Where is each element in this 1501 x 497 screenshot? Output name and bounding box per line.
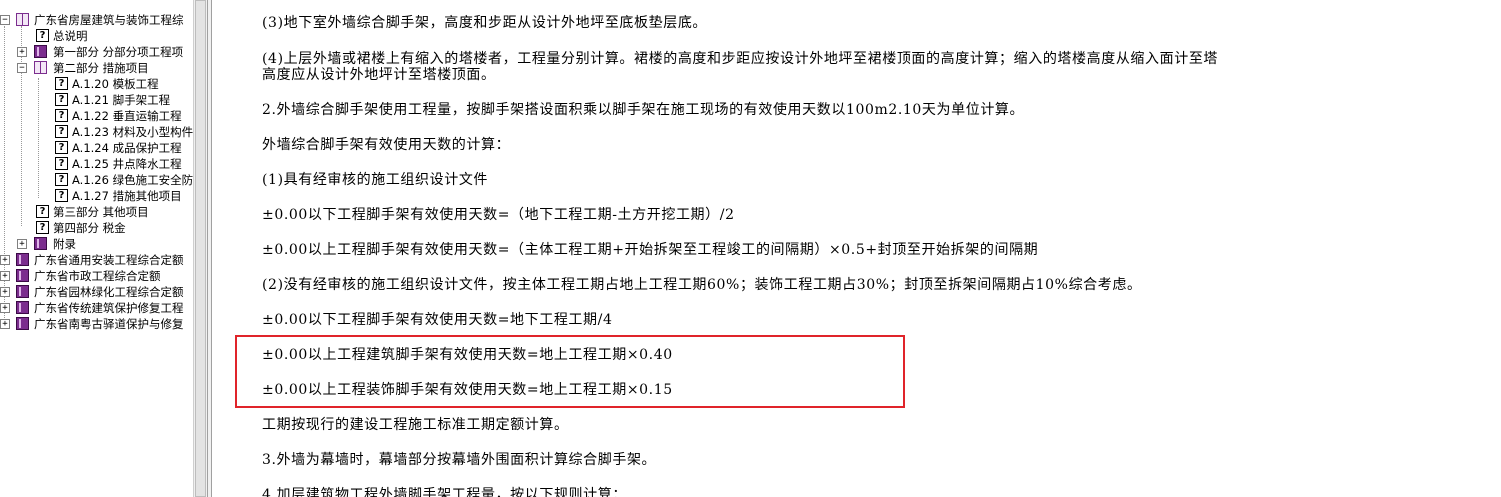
tree-node-label: A.1.26 绿色施工安全防: [72, 173, 193, 187]
content-line: 高度应从设计外地坪计至塔楼顶面。: [262, 67, 496, 83]
tree-node-a120[interactable]: ? A.1.20 模板工程: [0, 76, 193, 92]
tree-node-guangdong-building[interactable]: − 广东省房屋建筑与装饰工程综: [0, 12, 193, 28]
tree-vertical-scrollbar[interactable]: [193, 0, 207, 497]
content-line: ±0.00以上工程脚手架有效使用天数=（主体工程工期+开始拆架至工程竣工的间隔期…: [262, 242, 1039, 258]
book-icon: [16, 317, 29, 330]
help-page-icon: ?: [55, 141, 68, 154]
tree-node-part-two[interactable]: − 第二部分 措施项目: [0, 60, 193, 76]
expand-icon[interactable]: +: [17, 239, 27, 249]
help-page-icon: ?: [36, 221, 49, 234]
scrollbar-thumb[interactable]: [195, 0, 206, 497]
book-icon: [16, 301, 29, 314]
tree-node-traditional[interactable]: + 广东省传统建筑保护修复工程: [0, 300, 193, 316]
expand-icon[interactable]: +: [0, 287, 10, 297]
tree-node-label: 第三部分 其他项目: [53, 205, 149, 219]
help-page-icon: ?: [55, 93, 68, 106]
tree-node-label: A.1.21 脚手架工程: [72, 93, 171, 107]
tree-node-label: A.1.23 材料及小型构件: [72, 125, 193, 139]
expand-icon[interactable]: +: [0, 271, 10, 281]
tree-node-a121[interactable]: ? A.1.21 脚手架工程: [0, 92, 193, 108]
open-book-icon: [16, 13, 29, 26]
tree-node-label: A.1.27 措施其他项目: [72, 189, 182, 203]
help-page-icon: ?: [55, 125, 68, 138]
tree-node-label: 广东省通用安装工程综合定额: [34, 253, 184, 267]
tree-node-label: A.1.24 成品保护工程: [72, 141, 182, 155]
book-icon: [16, 253, 29, 266]
help-page-icon: ?: [36, 205, 49, 218]
tree-node-ancient-post-road[interactable]: + 广东省南粤古驿道保护与修复: [0, 316, 193, 332]
help-page-icon: ?: [36, 29, 49, 42]
book-icon: [34, 45, 47, 58]
tree-node-landscape[interactable]: + 广东省园林绿化工程综合定额: [0, 284, 193, 300]
tree-node-label: 广东省房屋建筑与装饰工程综: [34, 13, 184, 27]
expand-icon[interactable]: +: [0, 255, 10, 265]
tree-node-label: 第二部分 措施项目: [53, 61, 149, 75]
content-line: ±0.00以下工程脚手架有效使用天数=（地下工程工期-土方开挖工期）/2: [262, 207, 735, 223]
content-line: ±0.00以下工程脚手架有效使用天数=地下工程工期/4: [262, 312, 613, 328]
tree-node-label: 总说明: [53, 29, 88, 43]
tree-node-municipal[interactable]: + 广东省市政工程综合定额: [0, 268, 193, 284]
tree-node-label: A.1.22 垂直运输工程: [72, 109, 182, 123]
tree-node-a123[interactable]: ? A.1.23 材料及小型构件: [0, 124, 193, 140]
tree-node-general-notes[interactable]: ? 总说明: [0, 28, 193, 44]
tree-node-label: A.1.25 井点降水工程: [72, 157, 182, 171]
help-page-icon: ?: [55, 77, 68, 90]
expand-icon[interactable]: +: [0, 303, 10, 313]
tree-node-part-three[interactable]: ? 第三部分 其他项目: [0, 204, 193, 220]
content-line: 2.外墙综合脚手架使用工程量，按脚手架搭设面积乘以脚手架在施工现场的有效使用天数…: [262, 102, 1025, 118]
book-icon: [16, 285, 29, 298]
tree-node-appendix[interactable]: + 附录: [0, 236, 193, 252]
tree-node-label: 第一部分 分部分项工程项: [53, 45, 184, 59]
collapse-icon[interactable]: −: [17, 63, 27, 73]
help-page-icon: ?: [55, 189, 68, 202]
content-line: 4.加层建筑物工程外墙脚手架工程量，按以下规则计算：: [262, 487, 627, 497]
tree-node-part-one[interactable]: + 第一部分 分部分项工程项: [0, 44, 193, 60]
content-line: (3)地下室外墙综合脚手架，高度和步距从设计外地坪至底板垫层底。: [262, 15, 708, 31]
tree-node-a127[interactable]: ? A.1.27 措施其他项目: [0, 188, 193, 204]
tree-node-a124[interactable]: ? A.1.24 成品保护工程: [0, 140, 193, 156]
content-line: 3.外墙为幕墙时，幕墙部分按幕墙外围面积计算综合脚手架。: [262, 452, 657, 468]
tree-node-label: 广东省传统建筑保护修复工程: [34, 301, 184, 315]
help-tree-panel: − 广东省房屋建筑与装饰工程综 ? 总说明 + 第一部分 分部分项工程项 − 第…: [0, 0, 193, 497]
collapse-icon[interactable]: −: [0, 15, 10, 25]
help-content-pane: (3)地下室外墙综合脚手架，高度和步距从设计外地坪至底板垫层底。 (4)上层外墙…: [212, 0, 1501, 497]
content-line: (2)没有经审核的施工组织设计文件，按主体工程工期占地上工程工期60%；装饰工程…: [262, 277, 1142, 293]
tree-node-installation[interactable]: + 广东省通用安装工程综合定额: [0, 252, 193, 268]
tree-node-label: 广东省园林绿化工程综合定额: [34, 285, 184, 299]
help-page-icon: ?: [55, 157, 68, 170]
book-icon: [16, 269, 29, 282]
content-line: (1)具有经审核的施工组织设计文件: [262, 172, 489, 188]
open-book-icon: [34, 61, 47, 74]
tree-node-label: 第四部分 税金: [53, 221, 126, 235]
tree-node-label: 附录: [53, 237, 76, 251]
help-page-icon: ?: [55, 109, 68, 122]
expand-icon[interactable]: +: [0, 319, 10, 329]
help-page-icon: ?: [55, 173, 68, 186]
highlight-box: [235, 335, 905, 408]
tree-node-label: 广东省市政工程综合定额: [34, 269, 161, 283]
book-icon: [34, 237, 47, 250]
tree-node-part-four[interactable]: ? 第四部分 税金: [0, 220, 193, 236]
tree-node-a126[interactable]: ? A.1.26 绿色施工安全防: [0, 172, 193, 188]
tree-node-label: A.1.20 模板工程: [72, 77, 159, 91]
content-line: 工期按现行的建设工程施工标准工期定额计算。: [262, 417, 569, 433]
expand-icon[interactable]: +: [17, 47, 27, 57]
tree-node-label: 广东省南粤古驿道保护与修复: [34, 317, 184, 331]
tree-node-a125[interactable]: ? A.1.25 井点降水工程: [0, 156, 193, 172]
tree-node-a122[interactable]: ? A.1.22 垂直运输工程: [0, 108, 193, 124]
content-line: 外墙综合脚手架有效使用天数的计算：: [262, 137, 511, 153]
